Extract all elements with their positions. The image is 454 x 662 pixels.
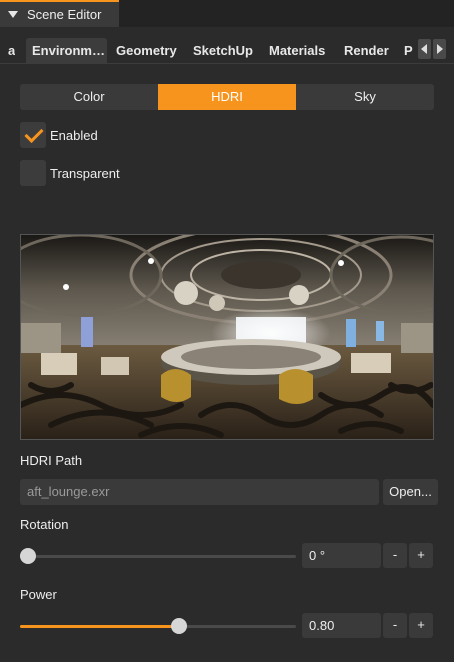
power-value-field[interactable]: 0.80	[302, 613, 381, 638]
mode-sky-button[interactable]: Sky	[296, 84, 434, 110]
power-slider-handle[interactable]	[170, 618, 187, 634]
open-file-button[interactable]: Open...	[383, 479, 438, 505]
rotation-slider-track	[20, 555, 296, 558]
power-label: Power	[20, 587, 57, 602]
rotation-label: Rotation	[20, 517, 69, 532]
tab-geometry[interactable]: Geometry	[116, 38, 177, 64]
rotation-increment-button[interactable]: +	[409, 543, 433, 568]
transparent-checkbox[interactable]	[20, 160, 46, 186]
arrow-left-icon[interactable]	[418, 39, 431, 59]
environment-mode-selector: Color HDRI Sky	[20, 84, 434, 110]
tab-environment[interactable]: Environm…	[26, 38, 107, 64]
title-bar: Scene Editor	[0, 0, 454, 27]
arrow-right-icon[interactable]	[433, 39, 446, 59]
enabled-label: Enabled	[50, 127, 98, 143]
power-decrement-button[interactable]: -	[383, 613, 407, 638]
rotation-slider-handle[interactable]	[20, 548, 36, 564]
rotation-value-field[interactable]: 0 °	[302, 543, 381, 568]
hdri-path-field[interactable]: aft_lounge.exr	[20, 479, 379, 505]
tab-render[interactable]: Render	[344, 38, 389, 64]
tab-partial-right[interactable]: P	[404, 38, 416, 64]
power-slider[interactable]	[20, 616, 296, 636]
tab-partial-left[interactable]: a	[8, 38, 15, 64]
panel-title-tab[interactable]: Scene Editor	[0, 0, 119, 27]
power-slider-fill	[20, 625, 179, 628]
hdri-preview-image	[20, 234, 434, 440]
transparent-label: Transparent	[50, 165, 120, 181]
tab-scroll-arrows	[418, 39, 446, 59]
tab-materials[interactable]: Materials	[269, 38, 325, 64]
panel-title: Scene Editor	[27, 7, 102, 22]
power-increment-button[interactable]: +	[409, 613, 433, 638]
rotation-decrement-button[interactable]: -	[383, 543, 407, 568]
rotation-slider[interactable]	[20, 546, 296, 566]
transparent-row: Transparent	[20, 160, 120, 186]
mode-hdri-button[interactable]: HDRI	[158, 84, 296, 110]
hdri-path-label: HDRI Path	[20, 453, 83, 468]
hdri-panorama	[21, 235, 433, 439]
triangle-down-icon[interactable]	[8, 11, 18, 18]
enabled-row: Enabled	[20, 122, 98, 148]
mode-color-button[interactable]: Color	[20, 84, 158, 110]
tab-sketchup[interactable]: SketchUp	[193, 38, 253, 64]
enabled-checkbox[interactable]	[20, 122, 46, 148]
tab-bar: a Environm… Geometry SketchUp Materials …	[0, 34, 454, 64]
